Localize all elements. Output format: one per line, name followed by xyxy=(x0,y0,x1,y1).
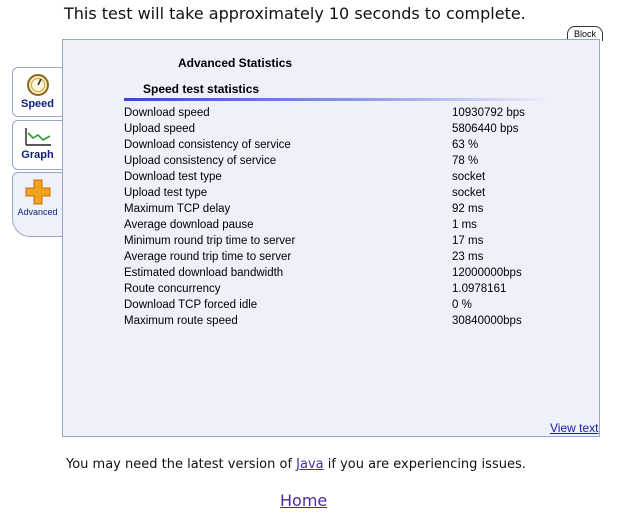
stat-label: Download speed xyxy=(124,107,210,119)
stat-value: 5806440 bps xyxy=(452,123,519,135)
stat-value: 63 % xyxy=(452,139,479,151)
stat-row-download-speed: Download speed 10930792 bps xyxy=(124,106,544,122)
home-link[interactable]: Home xyxy=(280,491,327,510)
tab-speed-label: Speed xyxy=(20,98,54,110)
stat-value: 78 % xyxy=(452,155,479,167)
stat-label: Upload test type xyxy=(124,187,208,199)
stat-row-min-rtt: Minimum round trip time to server 17 ms xyxy=(124,234,544,250)
stat-value: 12000000bps xyxy=(452,267,522,279)
stat-row-est-bandwidth: Estimated download bandwidth 12000000bps xyxy=(124,266,544,282)
stat-label: Route concurrency xyxy=(124,283,221,295)
stat-value: 23 ms xyxy=(452,251,484,263)
title-divider xyxy=(124,98,552,101)
line-graph-icon xyxy=(24,128,51,146)
stat-value: socket xyxy=(452,171,486,183)
tab-graph-label: Graph xyxy=(21,149,54,161)
stat-label: Average round trip time to server xyxy=(124,251,292,263)
stat-row-upload-consistency: Upload consistency of service 78 % xyxy=(124,154,544,170)
tab-advanced-label: Advanced xyxy=(17,207,58,217)
java-link[interactable]: Java xyxy=(296,457,323,472)
stat-label: Maximum route speed xyxy=(124,315,238,327)
stat-label: Upload consistency of service xyxy=(124,155,277,167)
stat-row-max-route-speed: Maximum route speed 30840000bps xyxy=(124,314,544,330)
stat-label: Estimated download bandwidth xyxy=(124,267,284,279)
java-notice: You may need the latest version of Java … xyxy=(66,457,526,472)
tab-speed[interactable]: Speed xyxy=(12,67,62,117)
panel-subtitle: Speed test statistics xyxy=(143,82,260,96)
stat-label: Download test type xyxy=(124,171,222,183)
stat-row-upload-speed: Upload speed 5806440 bps xyxy=(124,122,544,138)
statistics-list: Download speed 10930792 bps Upload speed… xyxy=(124,106,544,330)
stat-label: Maximum TCP delay xyxy=(124,203,231,215)
java-notice-suffix: if you are experiencing issues. xyxy=(323,457,526,472)
stat-row-max-tcp-delay: Maximum TCP delay 92 ms xyxy=(124,202,544,218)
stat-value: 92 ms xyxy=(452,203,484,215)
java-notice-prefix: You may need the latest version of xyxy=(66,457,297,472)
stat-value: socket xyxy=(452,187,486,199)
tab-graph[interactable]: Graph xyxy=(12,120,62,170)
stat-row-tcp-forced-idle: Download TCP forced idle 0 % xyxy=(124,298,544,314)
stat-label: Average download pause xyxy=(124,219,254,231)
stat-row-download-test-type: Download test type socket xyxy=(124,170,544,186)
stat-row-route-concurrency: Route concurrency 1.0978161 xyxy=(124,282,544,298)
stat-row-avg-download-pause: Average download pause 1 ms xyxy=(124,218,544,234)
stat-value: 0 % xyxy=(452,299,472,311)
stat-row-avg-rtt: Average round trip time to server 23 ms xyxy=(124,250,544,266)
test-duration-notice: This test will take approximately 10 sec… xyxy=(64,4,526,23)
stat-value: 30840000bps xyxy=(452,315,522,327)
view-text-link[interactable]: View text xyxy=(550,421,598,435)
speedometer-icon xyxy=(26,74,49,96)
stat-value: 10930792 bps xyxy=(452,107,525,119)
stat-label: Download TCP forced idle xyxy=(124,299,258,311)
stat-value: 1 ms xyxy=(452,219,477,231)
stat-label: Minimum round trip time to server xyxy=(124,235,296,247)
stat-label: Upload speed xyxy=(124,123,195,135)
panel-title: Advanced Statistics xyxy=(178,56,293,70)
plus-icon xyxy=(25,179,50,205)
stat-value: 17 ms xyxy=(452,235,484,247)
stat-row-upload-test-type: Upload test type socket xyxy=(124,186,544,202)
stat-row-download-consistency: Download consistency of service 63 % xyxy=(124,138,544,154)
tab-advanced[interactable]: Advanced xyxy=(12,172,62,237)
stat-label: Download consistency of service xyxy=(124,139,291,151)
stat-value: 1.0978161 xyxy=(452,283,507,295)
